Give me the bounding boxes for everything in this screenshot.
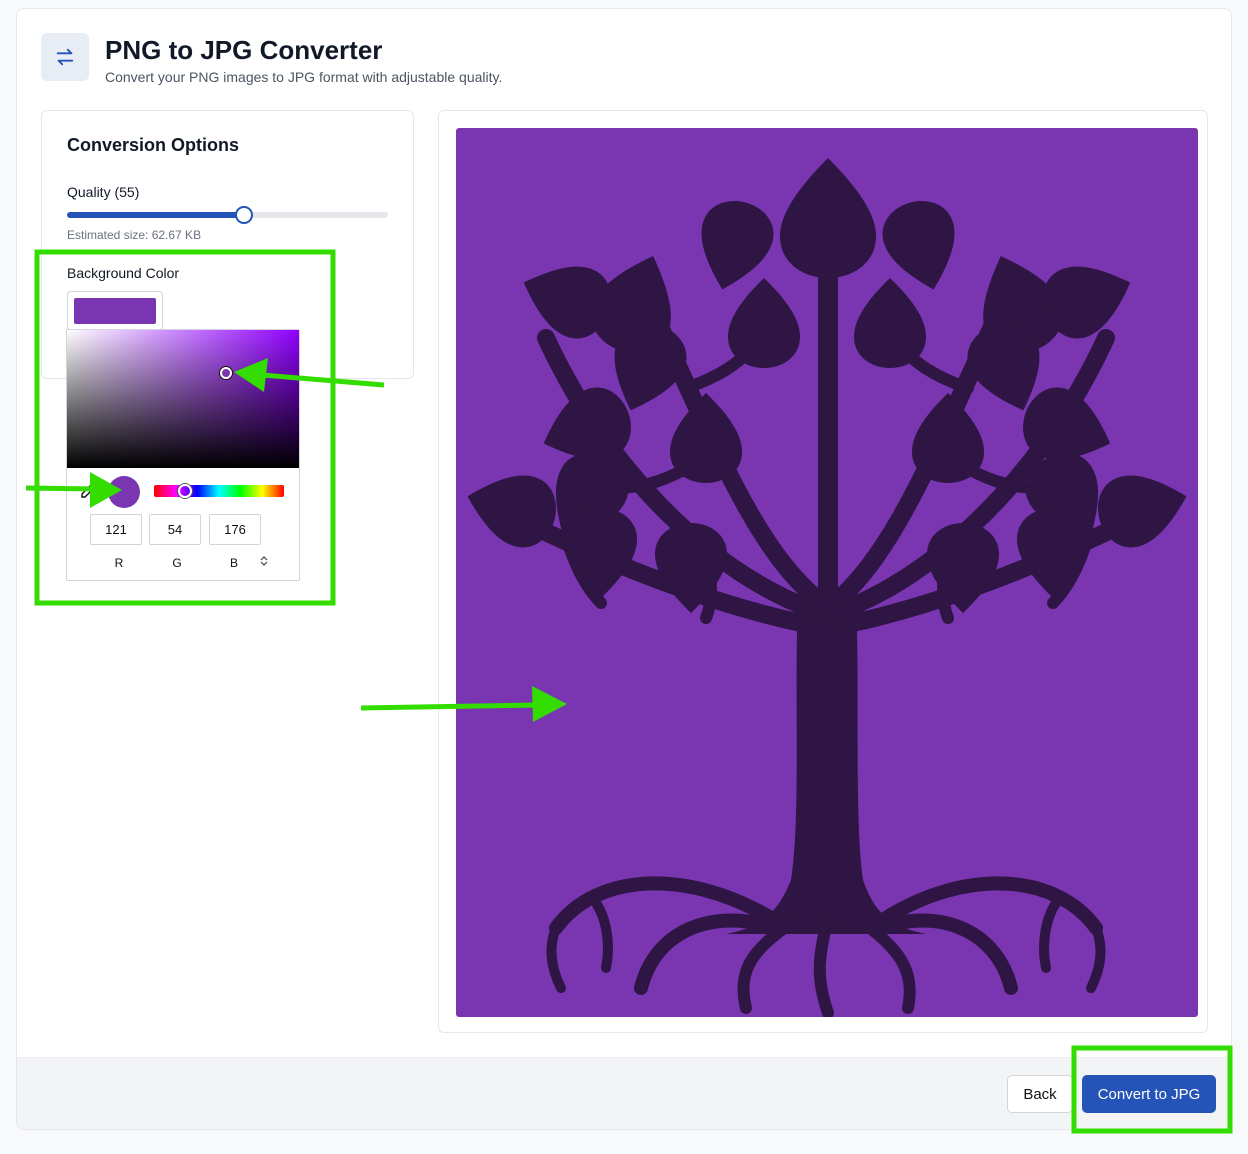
eyedropper-icon[interactable] [79, 484, 95, 500]
preview-image [456, 128, 1198, 1017]
blue-input[interactable] [209, 514, 261, 545]
background-color-label: Background Color [67, 265, 180, 281]
back-button[interactable]: Back [1007, 1075, 1073, 1113]
estimated-size: Estimated size: 62.67 KB [67, 228, 202, 242]
page-subtitle: Convert your PNG images to JPG format wi… [105, 69, 503, 85]
footer-bar: Back Convert to JPG [17, 1057, 1231, 1129]
page-title: PNG to JPG Converter [105, 35, 383, 65]
hue-slider[interactable] [154, 484, 284, 498]
color-swatch [74, 298, 156, 324]
green-label: G [172, 556, 182, 570]
image-preview-panel [438, 110, 1208, 1033]
chevron-up-down-icon[interactable] [260, 556, 268, 566]
green-input[interactable] [149, 514, 201, 545]
red-input[interactable] [90, 514, 142, 545]
quality-slider-fill [67, 212, 244, 218]
tree-silhouette [467, 158, 1187, 1017]
convert-to-jpg-button[interactable]: Convert to JPG [1082, 1075, 1216, 1113]
color-picker-popover: R G B [66, 329, 300, 581]
current-color-preview [108, 476, 140, 508]
quality-slider[interactable] [67, 206, 388, 224]
red-label: R [114, 556, 124, 570]
blue-label: B [229, 556, 238, 570]
quality-slider-thumb[interactable] [234, 206, 253, 224]
saturation-value-area[interactable] [67, 330, 299, 468]
quality-label: Quality (55) [67, 184, 140, 200]
swap-arrows-icon [41, 33, 89, 81]
hue-slider-thumb[interactable] [178, 484, 193, 498]
options-heading: Conversion Options [67, 135, 240, 155]
saturation-value-handle[interactable] [220, 367, 232, 379]
background-color-swatch-button[interactable] [67, 291, 163, 331]
